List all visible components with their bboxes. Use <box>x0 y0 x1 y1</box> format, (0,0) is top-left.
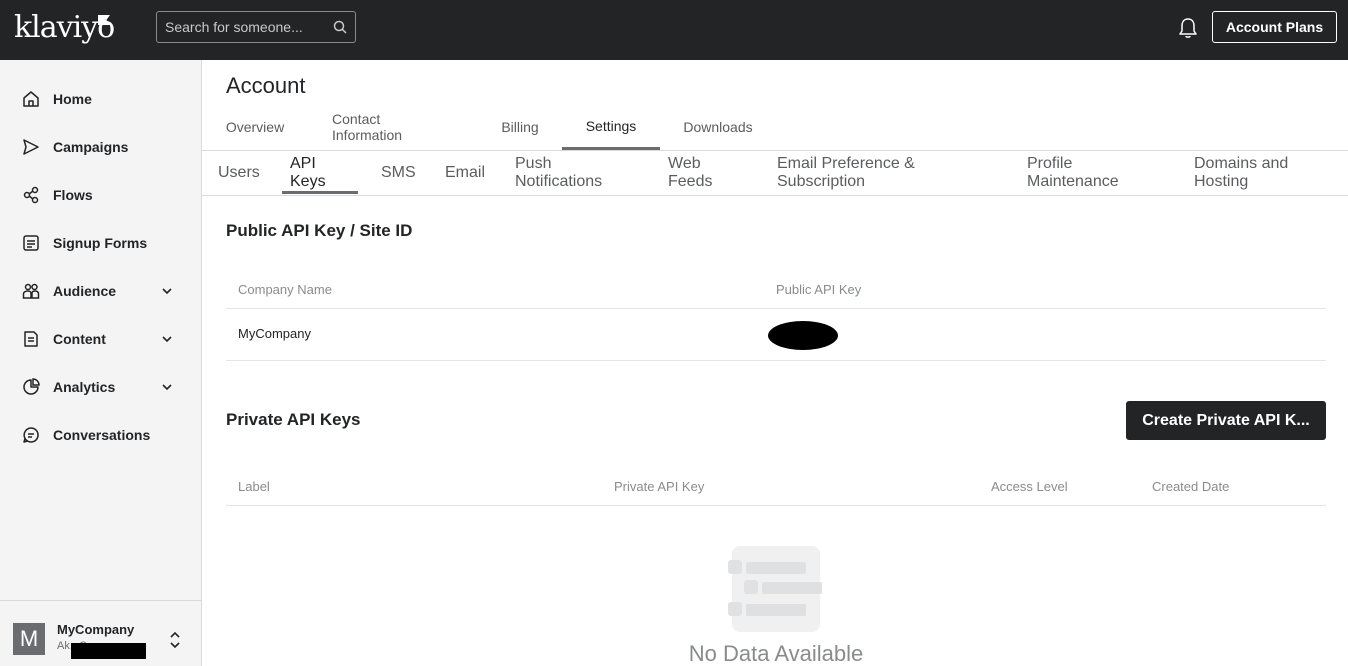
sidebar-item-analytics[interactable]: Analytics <box>0 363 201 411</box>
audience-icon <box>22 283 40 299</box>
tab-downloads[interactable]: Downloads <box>682 104 754 150</box>
chevron-down-icon[interactable] <box>160 380 174 394</box>
sidebar-item-label: Analytics <box>53 379 116 395</box>
flows-icon <box>23 186 39 204</box>
sidebar-item-label: Home <box>53 91 92 107</box>
redacted-block <box>71 643 146 659</box>
subtab-push-notifications[interactable]: Push Notifications <box>515 155 625 191</box>
sidebar-item-signup-forms[interactable]: Signup Forms <box>0 219 201 267</box>
sidebar-item-home[interactable]: Home <box>0 75 201 123</box>
table-row: MyCompany <box>226 309 1326 361</box>
send-icon <box>23 139 39 155</box>
account-plans-button[interactable]: Account Plans <box>1212 11 1337 43</box>
sidebar-item-audience[interactable]: Audience <box>0 267 201 315</box>
sidebar-item-campaigns[interactable]: Campaigns <box>0 123 201 171</box>
chevron-up-down-icon[interactable] <box>168 630 182 650</box>
account-switcher[interactable]: M MyCompany Ak...Co.... <box>0 600 201 666</box>
column-header: Access Level <box>991 479 1068 494</box>
sidebar-item-flows[interactable]: Flows <box>0 171 201 219</box>
subtab-profile-maintenance[interactable]: Profile Maintenance <box>1027 155 1137 191</box>
chat-icon <box>23 427 39 443</box>
search-box[interactable] <box>156 11 356 43</box>
column-header: Created Date <box>1152 479 1230 494</box>
sidebar-item-label: Flows <box>53 187 93 203</box>
company-name-cell: MyCompany <box>238 326 311 341</box>
empty-state-text: No Data Available <box>688 641 864 666</box>
account-tabs: Overview Contact Information Billing Set… <box>202 104 1348 151</box>
divider <box>226 360 1326 361</box>
divider <box>226 505 1326 506</box>
sidebar-item-label: Content <box>53 331 106 347</box>
public-api-key-title: Public API Key / Site ID <box>226 221 413 240</box>
content-icon <box>24 331 38 347</box>
subtab-email[interactable]: Email <box>445 164 485 182</box>
create-private-api-key-button[interactable]: Create Private API K... <box>1126 401 1326 440</box>
column-header: Company Name <box>238 282 332 297</box>
column-header: Private API Key <box>614 479 705 494</box>
active-subtab-indicator <box>282 191 358 194</box>
tab-contact-information[interactable]: Contact Information <box>332 104 453 150</box>
tab-overview[interactable]: Overview <box>226 104 284 150</box>
subtab-sms[interactable]: SMS <box>381 164 416 182</box>
bell-icon[interactable] <box>1178 17 1198 39</box>
empty-state-icon <box>728 546 822 632</box>
private-api-keys-title: Private API Keys <box>226 410 361 429</box>
chevron-down-icon[interactable] <box>160 332 174 346</box>
subtab-api-keys[interactable]: API Keys <box>290 155 330 191</box>
top-bar: klaviyo Account Plans <box>0 0 1348 60</box>
sidebar-item-label: Campaigns <box>53 139 129 155</box>
analytics-icon <box>23 378 40 395</box>
account-name: MyCompany <box>57 622 135 637</box>
form-icon <box>23 235 39 251</box>
subtab-users[interactable]: Users <box>218 164 260 182</box>
sidebar-item-content[interactable]: Content <box>0 315 201 363</box>
subtab-domains-hosting[interactable]: Domains and Hosting <box>1194 155 1304 191</box>
search-icon[interactable] <box>333 20 347 34</box>
column-header: Label <box>238 479 270 494</box>
page-title: Account <box>226 73 306 98</box>
search-input[interactable] <box>165 12 325 42</box>
settings-subtabs: Users API Keys SMS Email Push Notificati… <box>202 151 1348 196</box>
subtab-email-preference[interactable]: Email Preference & Subscription <box>777 155 937 191</box>
sidebar-item-conversations[interactable]: Conversations <box>0 411 201 459</box>
redacted-api-key <box>768 321 838 350</box>
column-header: Public API Key <box>776 282 862 297</box>
tab-billing[interactable]: Billing <box>500 104 540 150</box>
sidebar-item-label: Audience <box>53 283 117 299</box>
avatar: M <box>13 623 45 655</box>
private-api-keys-table: Label Private API Key Access Level Creat… <box>226 470 1326 510</box>
sidebar-item-label: Conversations <box>53 427 151 443</box>
sidebar: Home Campaigns Flows Signup Forms Audien… <box>0 60 202 666</box>
sidebar-item-label: Signup Forms <box>53 235 148 251</box>
home-icon <box>23 91 39 107</box>
subtab-web-feeds[interactable]: Web Feeds <box>668 155 718 191</box>
chevron-down-icon[interactable] <box>160 284 174 298</box>
tab-settings[interactable]: Settings <box>562 104 660 150</box>
public-api-key-table: Company Name Public API Key MyCompany <box>226 270 1326 361</box>
